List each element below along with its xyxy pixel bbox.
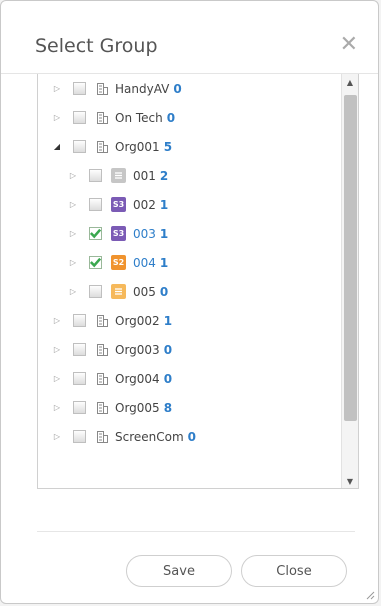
footer-divider: [37, 531, 355, 532]
list-icon: [111, 284, 126, 299]
tree-node-count: 8: [163, 400, 173, 415]
tree-node[interactable]: ▷ Org002 1: [38, 306, 341, 335]
s2-badge-icon: S2: [111, 255, 126, 270]
building-icon: [96, 140, 108, 153]
expand-arrow-icon[interactable]: ▷: [51, 316, 63, 325]
tree-node[interactable]: ▷ S3 002 1: [38, 190, 341, 219]
tree-node[interactable]: ▷ Org003 0: [38, 335, 341, 364]
tree-node-checkbox[interactable]: [73, 343, 86, 356]
tree-node-checkbox[interactable]: [73, 430, 86, 443]
tree-node-checkbox[interactable]: [89, 285, 102, 298]
tree-node[interactable]: ▷ Org004 0: [38, 364, 341, 393]
building-icon: [96, 401, 108, 414]
building-icon: [96, 314, 108, 327]
close-button[interactable]: Close: [241, 555, 347, 587]
expand-arrow-icon[interactable]: ▷: [67, 229, 79, 238]
group-tree: ▷ HandyAV 0 ▷ On Tech 0 ◢ Org001 5 ▷ 001 2 ▷ S3 002 1 ▷ S…: [38, 74, 341, 451]
select-group-dialog: Select Group ✕ ▷ HandyAV 0 ▷ On Tech 0 ◢ Org001…: [0, 0, 379, 604]
expand-arrow-icon[interactable]: ▷: [51, 403, 63, 412]
tree-node[interactable]: ▷ On Tech 0: [38, 103, 341, 132]
close-icon[interactable]: ✕: [340, 34, 358, 56]
s3-badge-icon: S3: [111, 197, 126, 212]
tree-node-count: 0: [173, 81, 182, 96]
tree-node-label[interactable]: Org002: [115, 314, 160, 328]
tree-node-count: 0: [163, 371, 173, 386]
tree-node-count: 1: [163, 313, 173, 328]
tree-node-label[interactable]: 005: [133, 285, 156, 299]
tree-node-checkbox[interactable]: [73, 82, 86, 95]
building-icon: [96, 343, 108, 356]
tree-node-label[interactable]: 002: [133, 198, 156, 212]
tree-node-label[interactable]: 003: [133, 227, 156, 241]
tree-node-checkbox[interactable]: [73, 372, 86, 385]
tree-node-checkbox[interactable]: [73, 401, 86, 414]
tree-scrollbar[interactable]: ▲ ▼: [341, 74, 358, 488]
tree-node-label[interactable]: Org003: [115, 343, 160, 357]
list-icon: [111, 168, 126, 183]
building-icon: [96, 82, 108, 95]
tree-node-label[interactable]: On Tech: [115, 111, 163, 125]
tree-node-label[interactable]: 004: [133, 256, 156, 270]
collapse-arrow-icon[interactable]: ◢: [51, 142, 63, 151]
expand-arrow-icon[interactable]: ▷: [67, 171, 79, 180]
tree-node-label[interactable]: Org001: [115, 140, 160, 154]
expand-arrow-icon[interactable]: ▷: [51, 345, 63, 354]
scroll-down-arrow-icon[interactable]: ▼: [342, 477, 358, 486]
tree-node[interactable]: ▷ S3 003 1: [38, 219, 341, 248]
resize-grip-icon[interactable]: [366, 591, 375, 600]
tree-node-label[interactable]: Org004: [115, 372, 160, 386]
tree-node-count: 1: [159, 197, 169, 212]
dialog-title: Select Group: [35, 35, 158, 57]
expand-arrow-icon[interactable]: ▷: [51, 374, 63, 383]
building-icon: [96, 430, 108, 443]
scrollbar-thumb[interactable]: [344, 95, 357, 421]
tree-node[interactable]: ▷ 001 2: [38, 161, 341, 190]
expand-arrow-icon[interactable]: ▷: [67, 258, 79, 267]
group-tree-panel: ▷ HandyAV 0 ▷ On Tech 0 ◢ Org001 5 ▷ 001 2 ▷ S3 002 1 ▷ S…: [37, 74, 359, 489]
dialog-header: Select Group ✕: [1, 1, 378, 74]
tree-node[interactable]: ▷ Org005 8: [38, 393, 341, 422]
tree-node-checkbox[interactable]: [73, 314, 86, 327]
tree-node-checkbox[interactable]: [89, 227, 102, 240]
tree-node-count: 0: [159, 284, 169, 299]
tree-node-checkbox[interactable]: [89, 256, 102, 269]
save-button[interactable]: Save: [126, 555, 232, 587]
tree-node[interactable]: ▷ ScreenCom 0: [38, 422, 341, 451]
tree-node-checkbox[interactable]: [73, 111, 86, 124]
tree-node-count: 0: [163, 342, 173, 357]
scroll-up-arrow-icon[interactable]: ▲: [342, 78, 358, 87]
expand-arrow-icon[interactable]: ▷: [67, 287, 79, 296]
expand-arrow-icon[interactable]: ▷: [51, 432, 63, 441]
tree-node-count: 1: [159, 255, 169, 270]
tree-node-checkbox[interactable]: [73, 140, 86, 153]
tree-node[interactable]: ▷ S2 004 1: [38, 248, 341, 277]
tree-node-label[interactable]: Org005: [115, 401, 160, 415]
tree-node-label[interactable]: ScreenCom: [115, 430, 184, 444]
tree-node-label[interactable]: 001: [133, 169, 156, 183]
tree-node-checkbox[interactable]: [89, 169, 102, 182]
tree-node-checkbox[interactable]: [89, 198, 102, 211]
s3-badge-icon: S3: [111, 226, 126, 241]
tree-node-label[interactable]: HandyAV: [115, 82, 169, 96]
tree-node[interactable]: ▷ 005 0: [38, 277, 341, 306]
tree-node[interactable]: ◢ Org001 5: [38, 132, 341, 161]
tree-node-count: 0: [187, 429, 197, 444]
expand-arrow-icon[interactable]: ▷: [51, 84, 63, 93]
building-icon: [96, 111, 108, 124]
tree-node[interactable]: ▷ HandyAV 0: [38, 74, 341, 103]
tree-node-count: 2: [159, 168, 169, 183]
expand-arrow-icon[interactable]: ▷: [67, 200, 79, 209]
expand-arrow-icon[interactable]: ▷: [51, 113, 63, 122]
building-icon: [96, 372, 108, 385]
tree-node-count: 0: [166, 110, 176, 125]
tree-node-count: 1: [159, 226, 169, 241]
tree-node-count: 5: [163, 139, 173, 154]
